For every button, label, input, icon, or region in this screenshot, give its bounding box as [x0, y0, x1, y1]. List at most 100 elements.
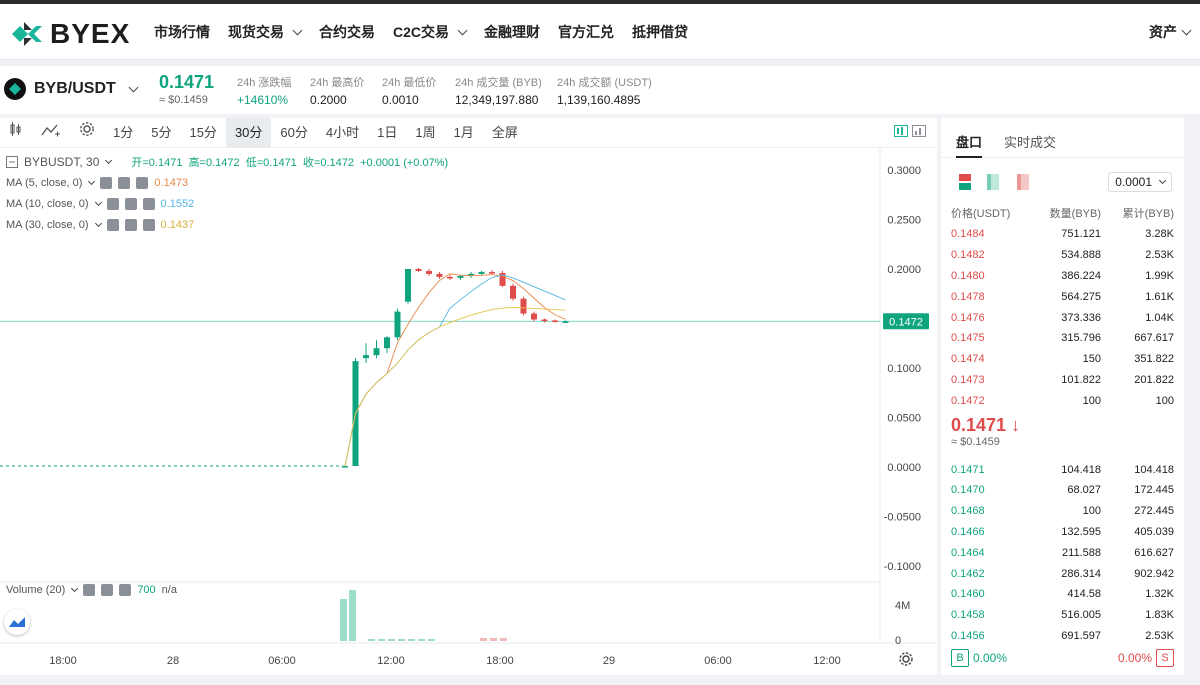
x-tick-label: 12:00 — [813, 655, 841, 667]
top-navigation: BYEX 市场行情 现货交易 合约交易 C2C交易 金融理财 官方汇兑 抵押借贷 资产 — [0, 4, 1200, 60]
last-price-block: 0.1471 ≈ $0.1459 — [159, 72, 214, 106]
nav-item-4[interactable]: 金融理财 — [484, 22, 540, 42]
collapse-icon[interactable] — [6, 156, 18, 168]
bid-row[interactable]: 0.1468 100 272.445 — [941, 501, 1184, 522]
gear-icon[interactable] — [101, 584, 114, 596]
book-both-icon[interactable] — [955, 172, 975, 192]
ma30-value: 0.1437 — [160, 219, 195, 231]
chart-view-icons[interactable] — [885, 118, 937, 148]
row-amount: 132.595 — [1061, 525, 1101, 538]
chart-panel: 1分 5分 15分 30分 60分 4小时 1日 1周 1月 全屏 BYBUSDT, 30 开=0… — [0, 117, 937, 675]
interval-tab[interactable]: 1月 — [445, 118, 483, 148]
precision-select[interactable]: 0.0001 — [1108, 172, 1172, 192]
interval-tab[interactable]: 5分 — [142, 118, 180, 148]
bid-row[interactable]: 0.1466 132.595 405.039 — [941, 522, 1184, 543]
tab-recent-trades[interactable]: 实时成交 — [1004, 132, 1056, 157]
book-asks-icon[interactable] — [1013, 172, 1033, 192]
eye-icon[interactable] — [106, 198, 119, 210]
stat-label: 24h 最低价 — [382, 77, 437, 89]
eye-icon[interactable] — [106, 219, 119, 231]
row-total: 1.04K — [1145, 311, 1174, 324]
ticker-stat: 24h 成交量 (BYB) 12,349,197.880 — [455, 74, 542, 107]
pair-selector[interactable]: BYB/USDT — [4, 78, 139, 100]
ma10-legend: MA (10, close, 0) 0.1552 — [6, 198, 194, 210]
nav-item-6[interactable]: 抵押借贷 — [632, 22, 688, 42]
bid-row[interactable]: 0.1464 211.588 616.627 — [941, 542, 1184, 563]
time-axis-settings-icon[interactable] — [898, 651, 914, 672]
gear-icon[interactable] — [118, 177, 131, 189]
brand-logo[interactable]: BYEX — [8, 16, 130, 52]
nav-item-2[interactable]: 合约交易 — [319, 22, 375, 42]
tradingview-logo-icon[interactable] — [4, 609, 30, 635]
ticker-stat: 24h 成交额 (USDT) 1,139,160.4895 — [557, 74, 652, 107]
nav-item-1[interactable]: 现货交易 — [228, 22, 303, 42]
candle-body — [405, 269, 411, 302]
interval-tabs: 1分 5分 15分 30分 60分 4小时 1日 1周 1月 全屏 — [104, 117, 527, 148]
ask-row[interactable]: 0.1475 315.796 667.617 — [941, 328, 1184, 349]
candle-type-icon[interactable] — [0, 118, 32, 148]
row-amount: 68.027 — [1067, 484, 1101, 497]
gear-icon[interactable] — [124, 219, 137, 231]
sell-percent: 0.00% — [1117, 651, 1152, 665]
bid-row[interactable]: 0.1460 414.58 1.32K — [941, 584, 1184, 605]
close-icon[interactable] — [136, 177, 149, 189]
tab-order-book[interactable]: 盘口 — [956, 132, 983, 158]
row-total: 201.822 — [1134, 373, 1174, 386]
row-total: 3.28K — [1145, 228, 1174, 241]
candle-body — [352, 361, 359, 467]
row-total: 902.942 — [1134, 567, 1174, 580]
indicator-icon[interactable] — [32, 118, 70, 148]
eye-icon[interactable] — [83, 584, 96, 596]
bid-row[interactable]: 0.1470 68.027 172.445 — [941, 480, 1184, 501]
ask-row[interactable]: 0.1474 150 351.822 — [941, 349, 1184, 370]
ask-row[interactable]: 0.1478 564.275 1.61K — [941, 286, 1184, 307]
interval-tab[interactable]: 30分 — [225, 117, 272, 148]
row-price: 0.1475 — [951, 332, 985, 345]
ask-row[interactable]: 0.1480 386.224 1.99K — [941, 266, 1184, 287]
ask-row[interactable]: 0.1482 534.888 2.53K — [941, 245, 1184, 266]
candle-body — [363, 355, 369, 359]
row-amount: 386.224 — [1061, 269, 1101, 282]
gear-icon[interactable] — [124, 198, 137, 210]
volume-value: 700 — [137, 584, 156, 596]
volume-tick-label: 4M — [895, 600, 910, 612]
ask-row[interactable]: 0.1476 373.336 1.04K — [941, 307, 1184, 328]
interval-tab[interactable]: 1日 — [368, 118, 406, 148]
nav-item-3[interactable]: C2C交易 — [393, 22, 468, 42]
chart-toolbar: 1分 5分 15分 30分 60分 4小时 1日 1周 1月 全屏 — [0, 117, 937, 148]
ask-row[interactable]: 0.1484 751.121 3.28K — [941, 224, 1184, 245]
close-icon[interactable] — [119, 584, 132, 596]
nav-item-5[interactable]: 官方汇兑 — [558, 22, 614, 42]
stat-value: 0.0010 — [382, 93, 419, 107]
volume-bar — [398, 639, 405, 641]
ask-row[interactable]: 0.1472 100 100 — [941, 390, 1184, 411]
close-icon[interactable] — [142, 219, 155, 231]
close-icon[interactable] — [142, 198, 155, 210]
book-bids-icon[interactable] — [983, 172, 1003, 192]
row-price: 0.1480 — [951, 269, 985, 282]
eye-icon[interactable] — [100, 177, 113, 189]
interval-tab[interactable]: 15分 — [180, 118, 225, 148]
interval-tab[interactable]: 全屏 — [483, 118, 527, 148]
candle-body — [457, 275, 464, 278]
row-amount: 100 — [1082, 505, 1101, 518]
row-amount: 414.58 — [1067, 588, 1101, 601]
settings-gear-icon[interactable] — [70, 118, 104, 148]
row-price: 0.1478 — [951, 290, 985, 303]
nav-item-0[interactable]: 市场行情 — [154, 22, 210, 42]
assets-menu[interactable]: 资产 — [1149, 22, 1192, 42]
candle-body — [541, 319, 548, 321]
interval-tab[interactable]: 1周 — [406, 118, 444, 148]
volume-bar — [500, 638, 507, 641]
mid-price: 0.1471 ↓ — [951, 415, 1174, 436]
interval-tab[interactable]: 60分 — [271, 118, 316, 148]
bid-row[interactable]: 0.1456 691.597 2.53K — [941, 626, 1184, 647]
interval-tab[interactable]: 4小时 — [317, 118, 368, 148]
buy-sell-ratio: B 0.00% 0.00% S — [941, 647, 1184, 669]
bid-row[interactable]: 0.1471 104.418 104.418 — [941, 459, 1184, 480]
bid-row[interactable]: 0.1462 286.314 902.942 — [941, 563, 1184, 584]
interval-tab[interactable]: 1分 — [104, 118, 142, 148]
row-amount: 150 — [1082, 353, 1101, 366]
bid-row[interactable]: 0.1458 516.005 1.83K — [941, 605, 1184, 626]
ask-row[interactable]: 0.1473 101.822 201.822 — [941, 370, 1184, 391]
